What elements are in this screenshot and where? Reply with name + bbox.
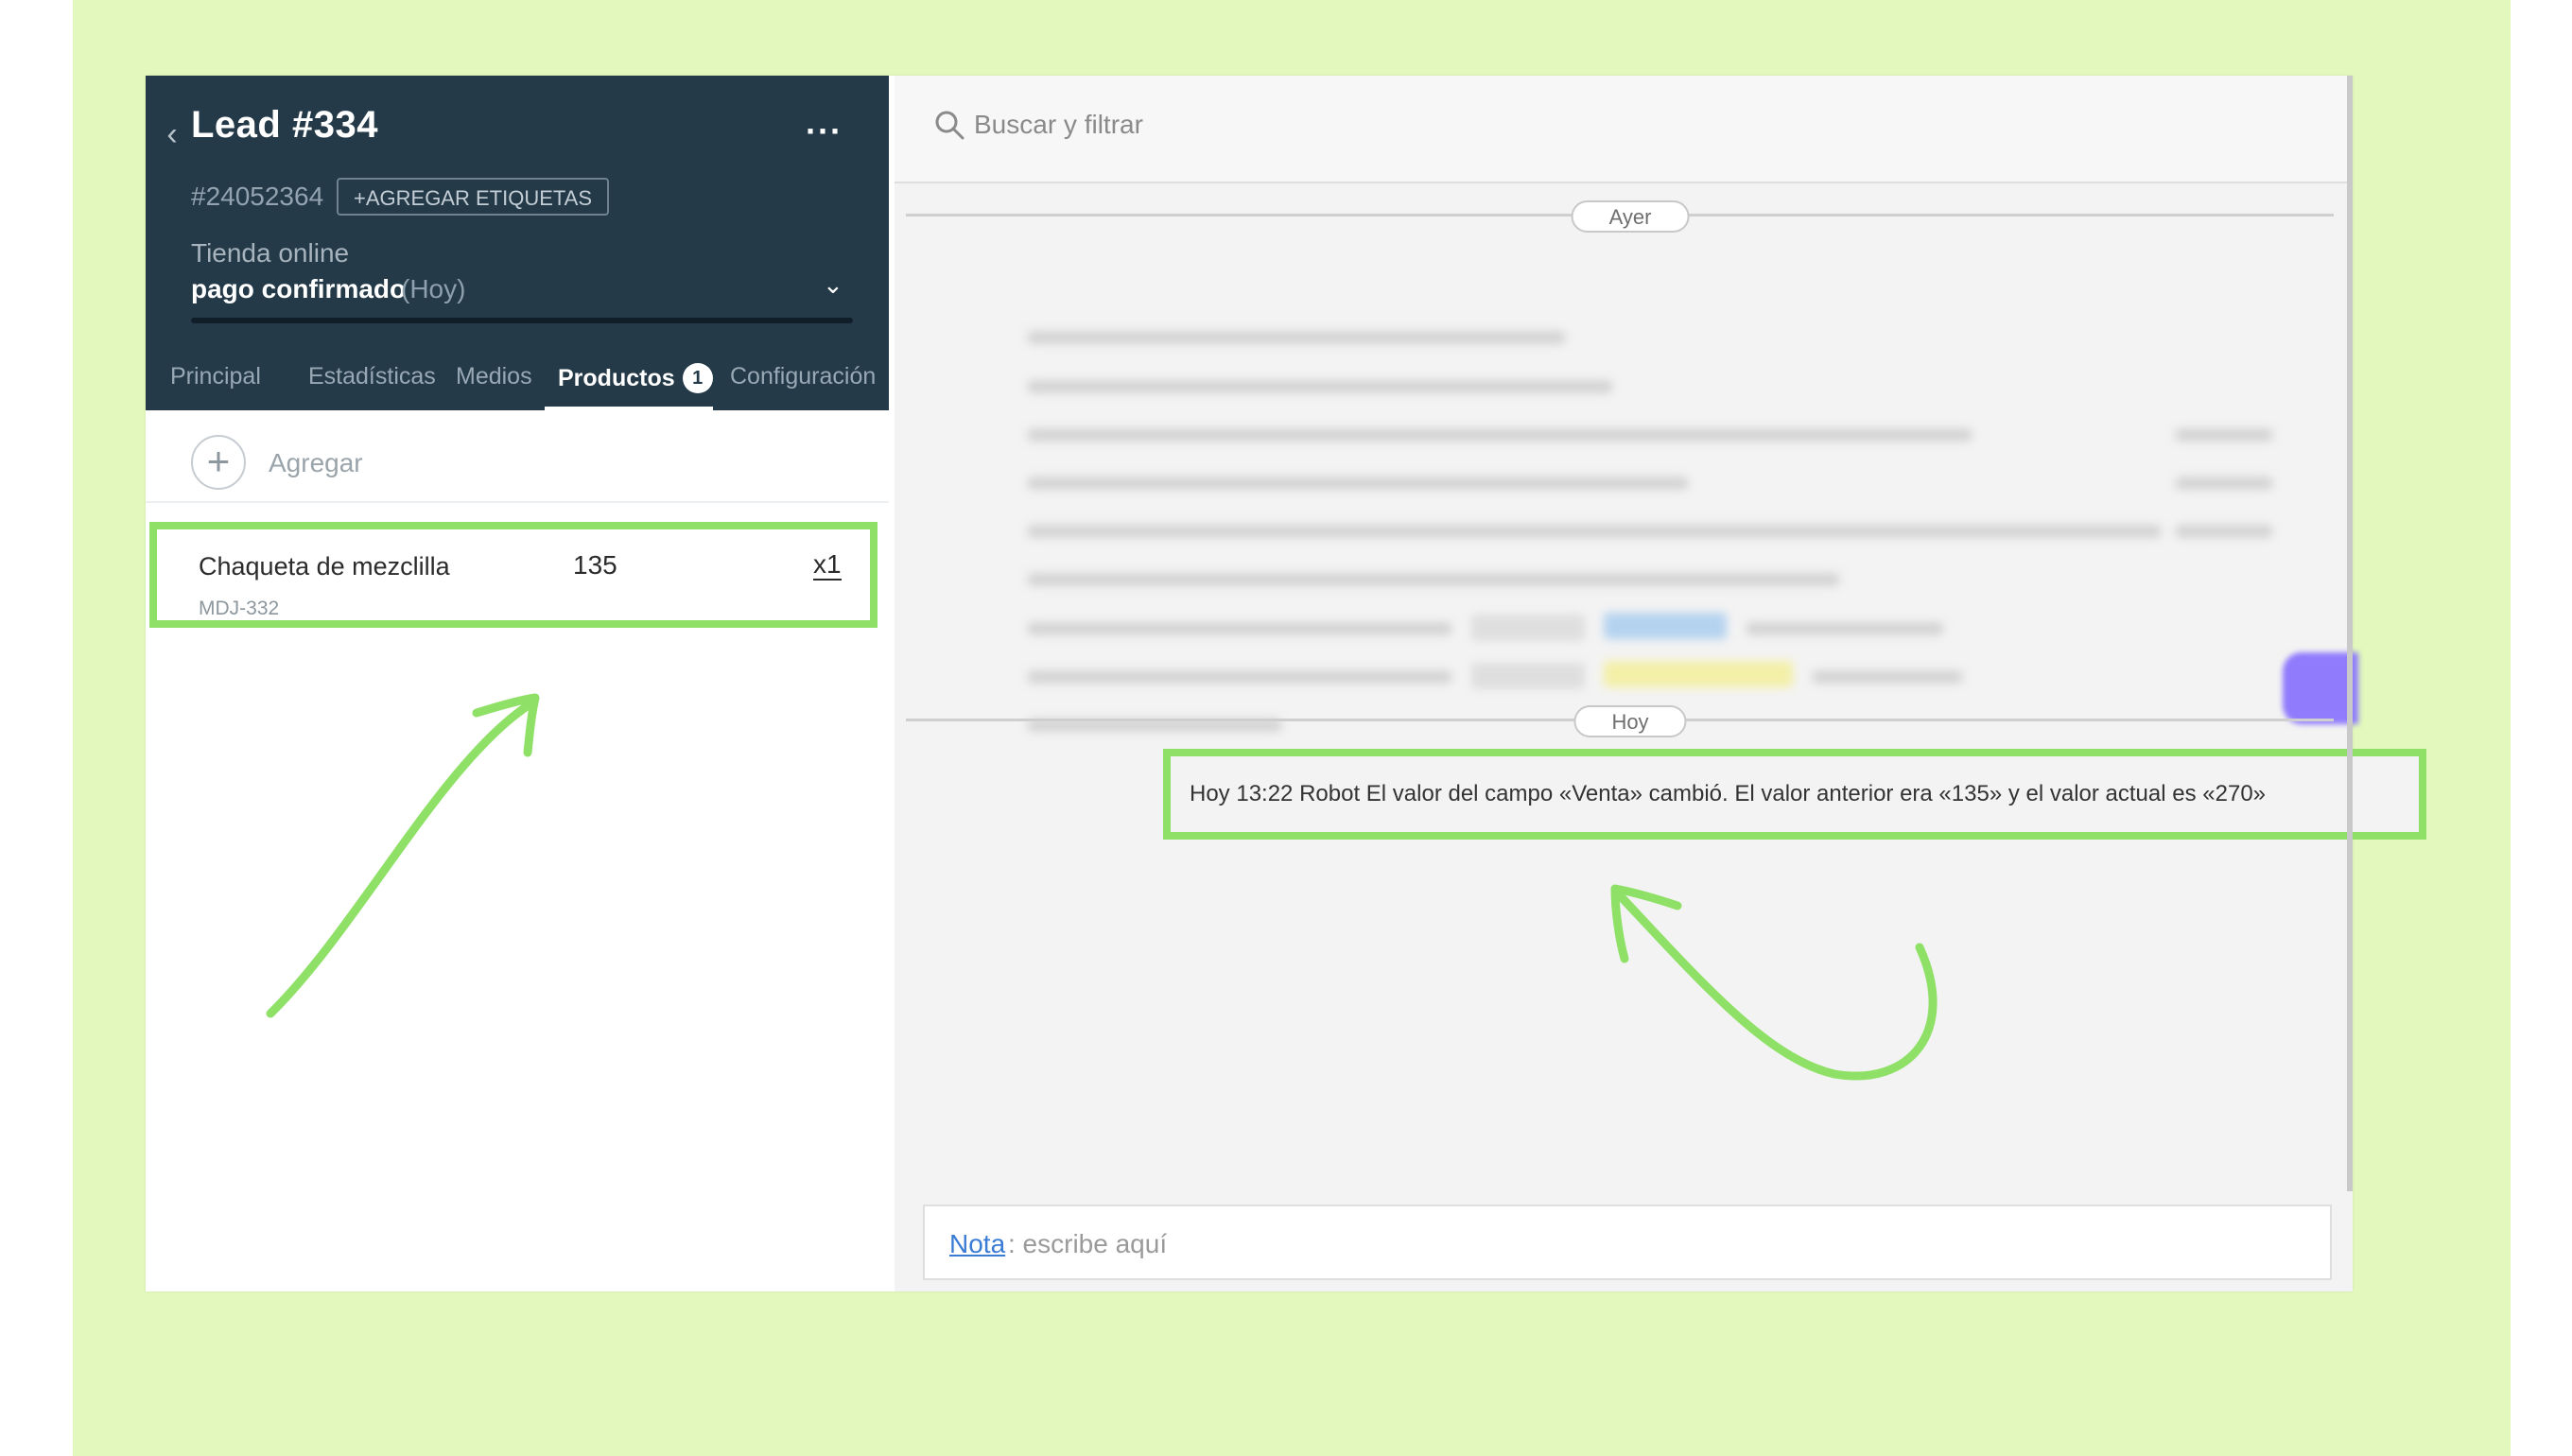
note-placeholder: : escribe aquí <box>1008 1229 1168 1258</box>
lead-card-panel: ‹ Lead #334 ··· #24052364 +AGREGAR ETIQU… <box>146 76 889 1291</box>
pipeline-name: Tienda online <box>191 238 350 268</box>
blurred-chip <box>1604 661 1793 687</box>
blurred-line <box>2175 477 2273 490</box>
tab-medios[interactable]: Medios <box>456 363 532 390</box>
lead-id: #24052364 <box>191 182 324 211</box>
product-name: Chaqueta de mezclilla <box>199 552 450 581</box>
add-product-label[interactable]: Agregar <box>269 448 363 478</box>
blurred-line <box>1746 622 1944 635</box>
blurred-chip <box>1471 615 1585 641</box>
lead-tabs: Principal Estadísticas Medios Productos 1… <box>146 350 889 411</box>
blurred-line <box>1027 477 1689 490</box>
blurred-line <box>2175 525 2273 538</box>
stage-name[interactable]: pago confirmado <box>191 274 406 304</box>
stage-progress-bar <box>191 318 853 323</box>
plus-icon[interactable]: + <box>191 435 246 490</box>
blurred-line <box>1812 670 1963 684</box>
tab-productos[interactable]: Productos 1 <box>558 363 713 393</box>
tab-principal[interactable]: Principal <box>170 363 261 390</box>
blurred-line <box>1027 380 1613 393</box>
tab-estadisticas[interactable]: Estadísticas <box>308 363 436 390</box>
blurred-line <box>1027 331 1566 344</box>
blurred-line <box>1027 670 1452 684</box>
product-sku: MDJ-332 <box>199 598 280 619</box>
chevron-left-icon[interactable]: ‹ <box>159 115 185 153</box>
add-tags-button[interactable]: +AGREGAR ETIQUETAS <box>337 178 610 216</box>
blurred-line <box>1027 525 2162 538</box>
product-quantity[interactable]: x1 <box>813 550 842 581</box>
tab-configuracion[interactable]: Configuración <box>730 363 876 390</box>
day-label-yesterday: Ayer <box>1571 200 1690 233</box>
activity-feed-panel: Ayer Hoy Hoy 13:22 Robot El valor de <box>895 76 2426 1291</box>
event-text: Hoy 13:22 Robot El valor del campo «Vent… <box>1190 781 2267 806</box>
tab-productos-badge: 1 <box>682 363 713 393</box>
product-row[interactable]: Chaqueta de mezclilla 135 x1 MDJ-332 <box>149 522 878 628</box>
chevron-down-icon[interactable]: ⌄ <box>823 270 843 300</box>
stage-when: (Hoy) <box>401 274 466 303</box>
product-price[interactable]: 135 <box>573 550 617 581</box>
blurred-line <box>1027 428 1972 442</box>
more-options-icon[interactable]: ··· <box>806 112 843 151</box>
tab-productos-label: Productos <box>558 365 675 391</box>
blurred-line <box>1027 573 1840 586</box>
day-label-today: Hoy <box>1573 705 1687 737</box>
feed-event-row: Hoy 13:22 Robot El valor del campo «Vent… <box>1163 749 2426 840</box>
blurred-line <box>2175 428 2273 442</box>
blurred-line <box>1027 622 1452 635</box>
search-input[interactable] <box>974 104 1636 146</box>
feed-search-bar <box>895 76 2353 183</box>
lead-title: Lead #334 <box>191 104 378 146</box>
scrollbar[interactable] <box>2347 76 2353 1191</box>
note-type-link[interactable]: Nota <box>949 1229 1005 1259</box>
blurred-chip <box>1604 613 1727 639</box>
lead-header: ‹ Lead #334 ··· #24052364 +AGREGAR ETIQU… <box>146 76 889 411</box>
blurred-history <box>895 246 2370 775</box>
add-product-row[interactable]: + Agregar <box>146 410 889 503</box>
blurred-chip <box>1471 663 1585 689</box>
note-input[interactable]: Nota : escribe aquí <box>923 1205 2332 1280</box>
search-icon <box>935 111 964 140</box>
crm-window: ‹ Lead #334 ··· #24052364 +AGREGAR ETIQU… <box>146 76 2426 1291</box>
